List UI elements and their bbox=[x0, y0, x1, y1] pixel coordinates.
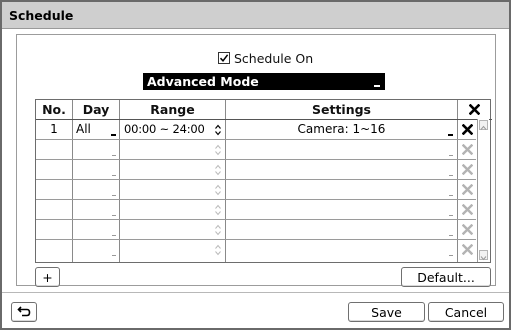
day-dropdown-caret-icon[interactable] bbox=[112, 155, 116, 156]
mode-dropdown[interactable]: Advanced Mode bbox=[143, 73, 385, 90]
range-spinner-icon[interactable] bbox=[215, 204, 221, 216]
chevron-up-icon bbox=[480, 125, 487, 130]
scroll-down-button[interactable] bbox=[479, 250, 488, 261]
delete-row-close-icon[interactable] bbox=[462, 144, 473, 155]
settings-dropdown-caret-icon[interactable] bbox=[449, 255, 453, 256]
checkmark-icon bbox=[219, 54, 229, 62]
range-spinner-icon[interactable] bbox=[215, 164, 221, 176]
return-arrow-icon bbox=[17, 306, 31, 317]
add-row-button[interactable]: + bbox=[35, 267, 60, 287]
save-button[interactable]: Save bbox=[348, 302, 425, 322]
table-scrollbar[interactable] bbox=[477, 119, 489, 262]
column-divider bbox=[72, 100, 73, 262]
delete-row-close-icon[interactable] bbox=[462, 244, 473, 255]
schedule-on-toggle[interactable]: Schedule On bbox=[218, 50, 314, 66]
mode-selected-label: Advanced Mode bbox=[147, 74, 259, 89]
default-button[interactable]: Default... bbox=[401, 267, 491, 287]
dropdown-caret-icon bbox=[374, 85, 380, 87]
day-dropdown-caret-icon[interactable] bbox=[111, 134, 116, 136]
day-dropdown-caret-icon[interactable] bbox=[112, 255, 116, 256]
delete-all-close-icon[interactable] bbox=[469, 104, 480, 115]
title-bar: Schedule bbox=[2, 2, 509, 29]
range-spinner-icon[interactable] bbox=[215, 224, 221, 236]
scroll-up-button[interactable] bbox=[479, 120, 488, 130]
column-divider bbox=[457, 100, 458, 262]
row-settings[interactable]: Camera: 1~16 bbox=[226, 120, 457, 139]
row-number: 1 bbox=[50, 122, 58, 136]
header-range: Range bbox=[150, 102, 195, 117]
schedule-dialog: Schedule Schedule On Advanced Mode No. D… bbox=[0, 0, 511, 330]
header-no: No. bbox=[42, 102, 66, 117]
delete-row-close-icon[interactable] bbox=[462, 184, 473, 195]
chevron-down-icon bbox=[480, 256, 487, 261]
delete-row-close-icon[interactable] bbox=[462, 224, 473, 235]
header-day: Day bbox=[82, 102, 110, 117]
day-dropdown-caret-icon[interactable] bbox=[112, 175, 116, 176]
dialog-title: Schedule bbox=[9, 8, 74, 23]
settings-dropdown-caret-icon[interactable] bbox=[449, 235, 453, 236]
cancel-button[interactable]: Cancel bbox=[428, 302, 504, 322]
range-spinner-icon[interactable] bbox=[215, 184, 221, 196]
settings-dropdown-caret-icon[interactable] bbox=[449, 215, 453, 216]
settings-dropdown-caret-icon[interactable] bbox=[449, 175, 453, 176]
row-divider bbox=[36, 139, 476, 140]
schedule-table: No. Day Range Settings 1 All 00:00 ~ 24:… bbox=[35, 99, 492, 263]
settings-dropdown-caret-icon[interactable] bbox=[449, 195, 453, 196]
settings-dropdown-caret-icon[interactable] bbox=[449, 155, 453, 156]
row-divider bbox=[36, 239, 476, 240]
range-spinner-icon[interactable] bbox=[215, 244, 221, 256]
row-range[interactable]: 00:00 ~ 24:00 bbox=[124, 120, 205, 139]
row-divider bbox=[36, 179, 476, 180]
row-divider bbox=[36, 199, 476, 200]
back-button[interactable] bbox=[11, 302, 37, 322]
day-dropdown-caret-icon[interactable] bbox=[112, 195, 116, 196]
day-dropdown-caret-icon[interactable] bbox=[112, 215, 116, 216]
delete-row-close-icon[interactable] bbox=[462, 204, 473, 215]
settings-dropdown-caret-icon[interactable] bbox=[448, 134, 453, 136]
row-divider bbox=[36, 159, 476, 160]
row-divider bbox=[36, 219, 476, 220]
range-spinner-icon[interactable] bbox=[215, 124, 221, 136]
schedule-on-checkbox[interactable] bbox=[218, 52, 230, 64]
range-spinner-icon[interactable] bbox=[215, 144, 221, 156]
delete-row-close-icon[interactable] bbox=[462, 124, 473, 135]
column-divider bbox=[119, 100, 120, 262]
day-dropdown-caret-icon[interactable] bbox=[112, 235, 116, 236]
row-day[interactable]: All bbox=[76, 120, 91, 139]
schedule-on-label: Schedule On bbox=[234, 50, 314, 66]
footer-divider bbox=[2, 292, 509, 293]
header-settings: Settings bbox=[311, 102, 371, 117]
delete-row-close-icon[interactable] bbox=[462, 164, 473, 175]
